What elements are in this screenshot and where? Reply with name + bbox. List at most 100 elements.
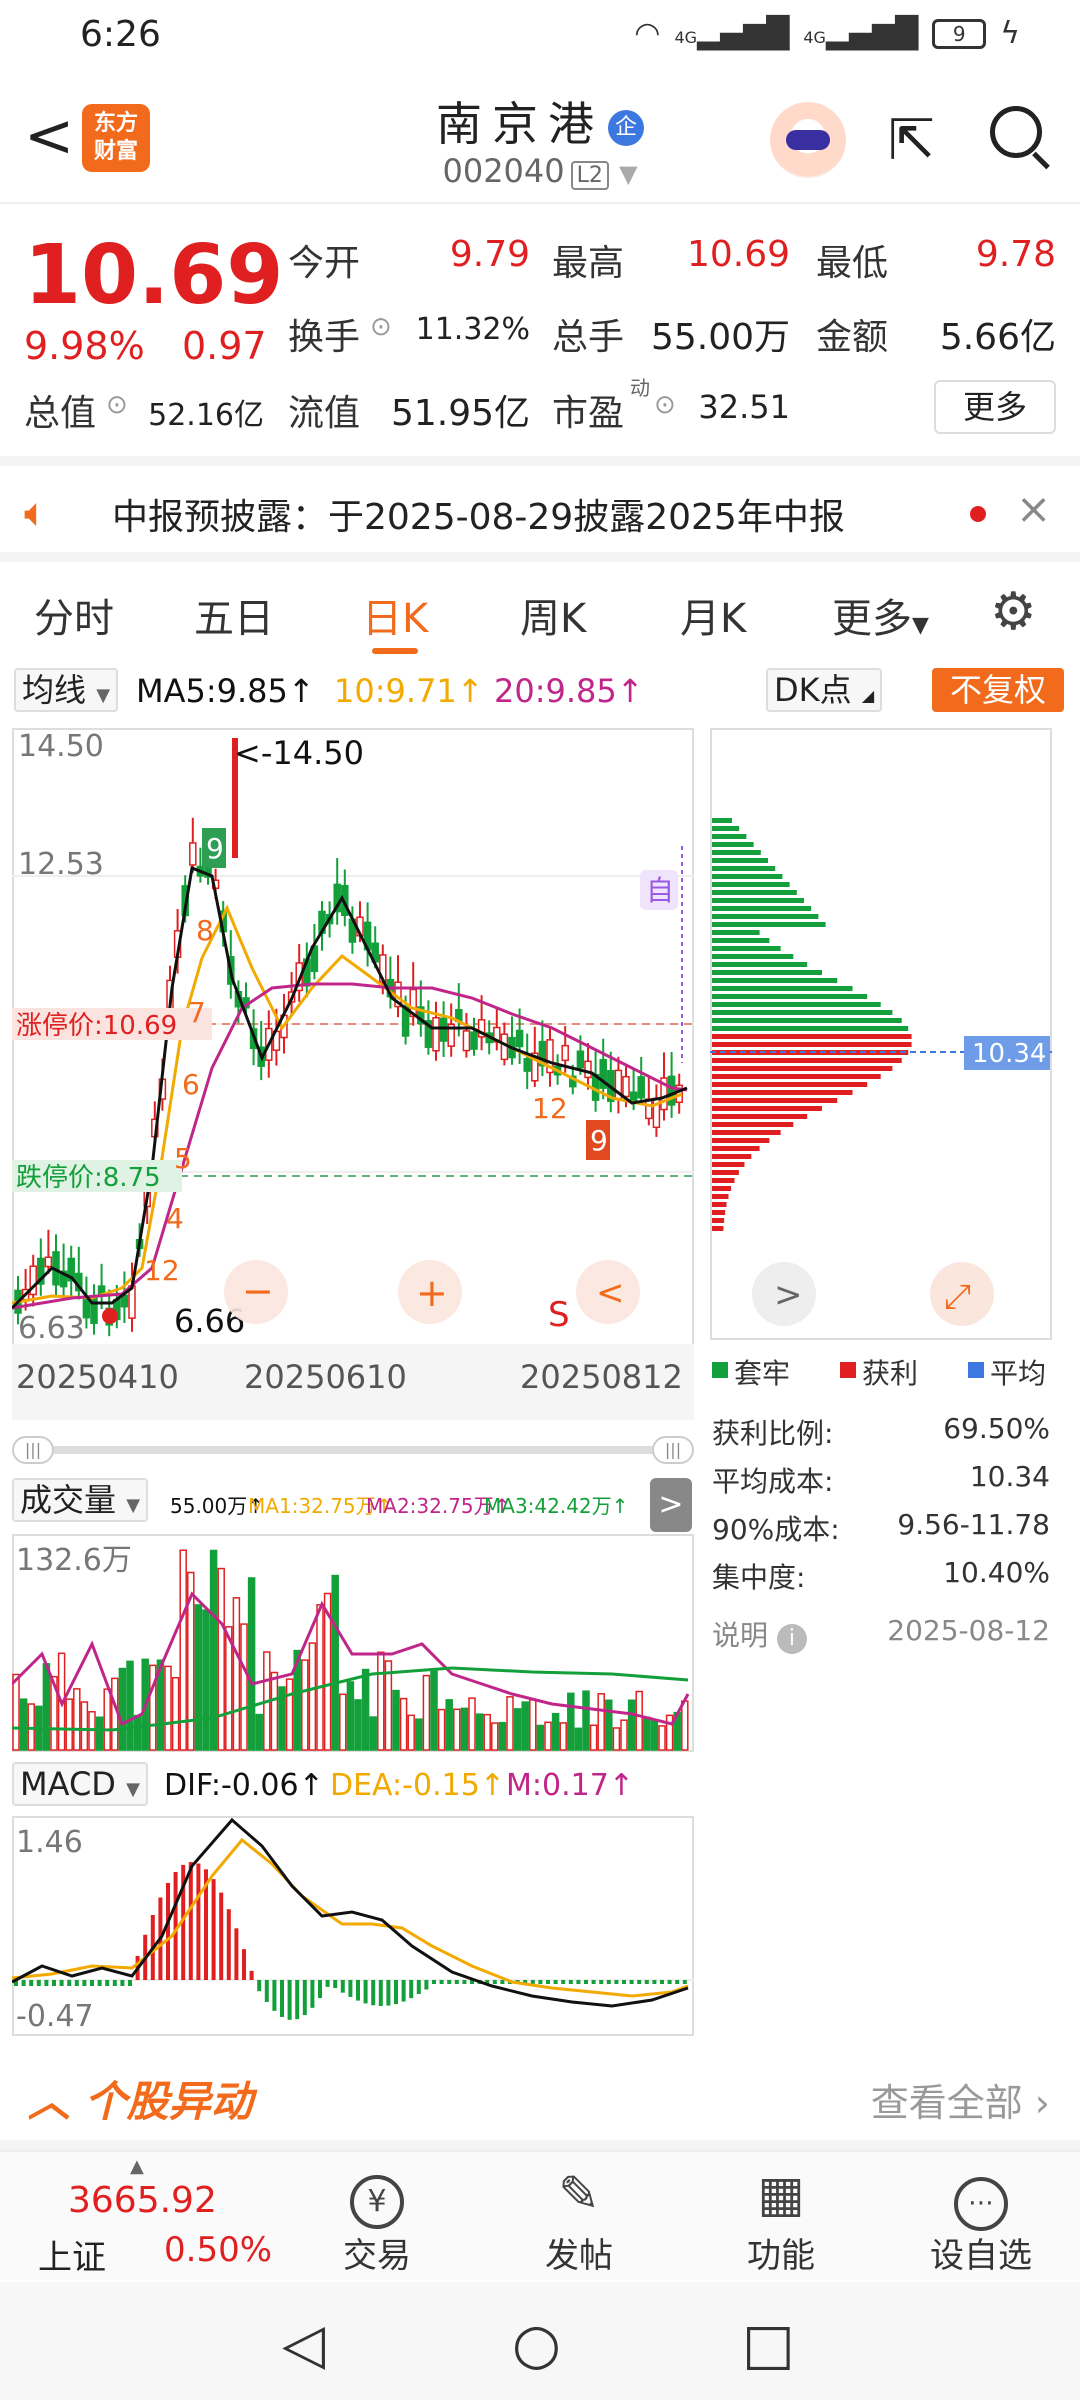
- high-value: 10.69: [686, 234, 790, 275]
- chip-bar: [712, 818, 732, 823]
- chip-bar: [712, 1066, 893, 1071]
- share-icon[interactable]: ⇱: [888, 108, 935, 173]
- info-icon[interactable]: ⊙: [370, 312, 392, 342]
- macd-bar: [386, 1980, 391, 2006]
- volume-bar: [308, 1642, 317, 1751]
- chip-bar: [712, 1042, 912, 1047]
- nav-post[interactable]: ✎ 发帖: [504, 2160, 654, 2277]
- expand-panel-button[interactable]: >: [650, 1478, 692, 1532]
- volume-bar: [346, 1681, 355, 1751]
- index-ticker[interactable]: ▲ 3665.92 上证 0.50%: [20, 2156, 280, 2278]
- info-icon[interactable]: ⊙: [654, 390, 676, 420]
- caret-down-icon: ▼: [126, 1779, 140, 1800]
- pe-type: 动: [630, 376, 650, 400]
- system-recents-icon[interactable]: □: [742, 2312, 795, 2377]
- volume-bar: [164, 1665, 172, 1751]
- nav-functions-label: 功能: [747, 2236, 815, 2276]
- chip-bar: [712, 1138, 770, 1143]
- search-icon[interactable]: [990, 106, 1042, 158]
- tab-daily-k[interactable]: 日K: [362, 586, 428, 654]
- chip-distribution-chart[interactable]: 10.34 > ⤢: [710, 728, 1052, 1340]
- nav-trade[interactable]: ¥ 交易: [302, 2160, 452, 2277]
- macd-dif: DIF:-0.06↑: [164, 1768, 324, 1803]
- level2-badge: L2: [570, 161, 609, 190]
- grid-icon: ▦: [757, 2165, 805, 2223]
- concentration-value: 10.40%: [943, 1556, 1050, 1589]
- macd-bar: [568, 1980, 573, 1984]
- nav-functions[interactable]: ▦ 功能: [706, 2160, 856, 2277]
- zoom-in-button[interactable]: +: [398, 1260, 462, 1324]
- chip-expand-button[interactable]: ⤢: [930, 1262, 994, 1326]
- macd-bar: [644, 1980, 649, 1984]
- system-back-icon[interactable]: ◁: [282, 2312, 325, 2377]
- chip-bar: [712, 890, 797, 895]
- info-icon[interactable]: ⊙: [106, 390, 128, 420]
- turnover-label: 换手: [288, 317, 361, 358]
- close-icon[interactable]: ×: [1016, 484, 1051, 533]
- macd-bar: [272, 1980, 277, 2011]
- ma-dropdown[interactable]: 均线 ▼: [14, 668, 119, 712]
- macd-chart[interactable]: 1.46 -0.47: [12, 1816, 694, 2036]
- volume-bar: [567, 1692, 575, 1751]
- stock-alerts-row[interactable]: ︿ 个股异动 查看全部 ›: [0, 2046, 1080, 2150]
- dk-point-dropdown[interactable]: DK点 ◢: [766, 668, 883, 712]
- signal-marker-text: 6: [182, 1068, 200, 1101]
- kline-chart[interactable]: 14.50 12.53 6.63 <-14.50 6.66 涨停价:10.69 …: [12, 728, 694, 1420]
- system-home-icon[interactable]: ○: [512, 2312, 561, 2377]
- view-all-link[interactable]: 查看全部 ›: [871, 2072, 1050, 2127]
- speaker-icon: 🔈︎: [24, 490, 48, 536]
- tab-five-day[interactable]: 五日: [194, 586, 274, 644]
- more-quote-button[interactable]: 更多: [934, 380, 1056, 434]
- chip-bar: [712, 994, 868, 999]
- scroll-handle-left[interactable]: |||: [12, 1436, 54, 1464]
- macd-bar: [128, 1980, 132, 1986]
- volume-bar: [529, 1699, 537, 1751]
- adjust-button[interactable]: 不复权: [932, 668, 1064, 712]
- macd-bar: [234, 1928, 239, 1980]
- wifi-icon: ◠: [634, 16, 661, 51]
- chip-prev-button[interactable]: >: [752, 1262, 816, 1326]
- macd-header: MACD ▼ DIF:-0.06↑ DEA:-0.15↑ M:0.17↑: [12, 1762, 692, 1812]
- y-label-low: 6.63: [18, 1311, 85, 1346]
- macd-bar: [310, 1980, 315, 2008]
- chip-note-label: 说明: [712, 1619, 769, 1652]
- macd-dropdown[interactable]: MACD ▼: [12, 1762, 148, 1806]
- chart-scrollbar[interactable]: ||| |||: [12, 1436, 694, 1464]
- zoom-out-button[interactable]: −: [224, 1260, 288, 1324]
- volume-dropdown[interactable]: 成交量 ▼: [12, 1478, 149, 1522]
- view-all-label: 查看全部: [870, 2081, 1023, 2125]
- assistant-robot-icon[interactable]: [770, 102, 846, 178]
- date-label-2: 20250610: [244, 1358, 407, 1396]
- volume-ma3: MA3:42.42万↑: [484, 1494, 629, 1518]
- nav-add-watchlist[interactable]: ⋯ 设自选: [906, 2160, 1056, 2277]
- candle: [584, 1060, 592, 1079]
- tab-monthly-k[interactable]: 月K: [680, 586, 746, 644]
- macd-bar: [378, 1980, 383, 2006]
- macd-bar: [67, 1980, 72, 1986]
- scroll-left-button[interactable]: <: [576, 1260, 640, 1324]
- pe-value: 32.51: [698, 388, 790, 426]
- macd-bar: [249, 1970, 254, 1980]
- volume-bar: [536, 1724, 545, 1751]
- scroll-handle-right[interactable]: |||: [652, 1436, 694, 1464]
- notice-bar[interactable]: 🔈︎ 中报预披露：于2025-08-29披露2025年中报 ×: [0, 456, 1080, 562]
- volume-header: 成交量 ▼ 55.00万↑ MA1:32.75万↑ MA2:32.75万↑ MA…: [12, 1478, 692, 1532]
- quote-panel: 10.69 9.98% 0.97 今开 9.79 最高 10.69 最低 9.7…: [0, 206, 1080, 456]
- chip-bar: [712, 898, 804, 903]
- amount-label: 金额: [816, 317, 889, 358]
- tab-more[interactable]: 更多▼: [832, 586, 929, 644]
- volume-chart[interactable]: 132.6万: [12, 1534, 694, 1752]
- volume-y-top: 132.6万: [16, 1543, 132, 1578]
- chip-note-link[interactable]: 说明 i: [712, 1614, 807, 1654]
- tab-weekly-k[interactable]: 周K: [520, 586, 586, 644]
- gear-icon[interactable]: ⚙: [990, 582, 1037, 642]
- volume-bar: [331, 1574, 339, 1751]
- candle: [44, 1256, 53, 1268]
- tab-intraday[interactable]: 分时: [34, 586, 114, 644]
- volume-bar: [597, 1693, 605, 1751]
- volume-bar: [650, 1720, 659, 1751]
- volume-bar: [498, 1721, 507, 1751]
- macd-bar: [166, 1883, 170, 1980]
- candle: [515, 1029, 524, 1048]
- chip-bar: [712, 986, 853, 991]
